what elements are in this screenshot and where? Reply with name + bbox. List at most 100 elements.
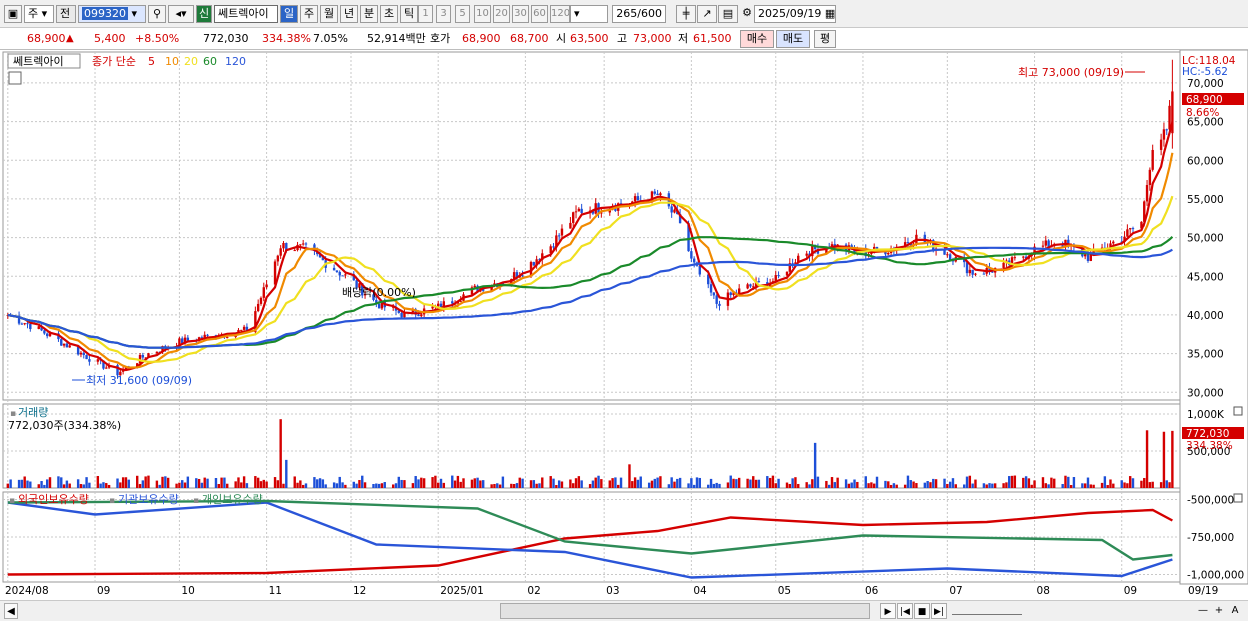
candle-icon[interactable]: ╪ bbox=[676, 5, 696, 23]
buy-button[interactable]: 매수 bbox=[740, 30, 774, 48]
volume-bar bbox=[993, 483, 997, 488]
volume-bar bbox=[512, 483, 516, 488]
volume-bar bbox=[712, 483, 716, 488]
interval-button[interactable]: 3 bbox=[436, 5, 451, 23]
volume-value: 772,030 bbox=[203, 32, 249, 45]
x-tick-label: 09/19 bbox=[1188, 585, 1218, 597]
volume-bar bbox=[1022, 477, 1025, 488]
volume-bar bbox=[1131, 478, 1135, 488]
nav-button[interactable]: ▶ bbox=[880, 603, 896, 619]
interval-button[interactable]: 5 bbox=[455, 5, 470, 23]
window-icon[interactable]: ▣ bbox=[4, 5, 22, 23]
period-tab[interactable]: 분 bbox=[360, 5, 378, 23]
count-field[interactable]: 265/600 bbox=[612, 5, 666, 23]
up-arrow-icon: ▲ bbox=[66, 33, 74, 44]
candle-body bbox=[105, 367, 108, 369]
candle-body bbox=[715, 295, 718, 304]
interval-button[interactable]: 20 bbox=[493, 5, 510, 23]
high-label: 고 bbox=[617, 32, 628, 45]
current-price: 68,900 bbox=[27, 32, 66, 45]
search-icon[interactable]: ⚲ bbox=[148, 5, 166, 23]
interval-button[interactable]: 30 bbox=[512, 5, 529, 23]
volume-bar bbox=[45, 479, 49, 488]
volume-bar bbox=[141, 480, 145, 488]
candle-body bbox=[692, 258, 696, 263]
candle-body bbox=[1041, 245, 1045, 247]
candle-body bbox=[451, 301, 454, 304]
stock-code-input[interactable]: 099320 ▾ bbox=[78, 5, 146, 23]
volume-bar bbox=[521, 478, 524, 488]
volume-bar bbox=[394, 483, 398, 488]
candle-body bbox=[673, 209, 676, 213]
volume-bar bbox=[1053, 478, 1056, 488]
period-tab[interactable]: 초 bbox=[380, 5, 398, 23]
candle-body bbox=[729, 292, 732, 296]
zoom-button[interactable]: — bbox=[1196, 603, 1210, 619]
x-tick-label: 08 bbox=[1037, 585, 1050, 597]
interval-button[interactable]: 60 bbox=[531, 5, 548, 23]
volume-bar bbox=[709, 478, 713, 488]
volume-bar bbox=[352, 481, 356, 488]
gear-icon[interactable]: ⚙ bbox=[739, 5, 755, 23]
volume-bar bbox=[726, 482, 730, 488]
volume-bar bbox=[498, 484, 502, 488]
price-tick-label: 50,000 bbox=[1187, 233, 1224, 245]
volume-bar bbox=[1100, 482, 1104, 488]
market-select[interactable]: 전 bbox=[56, 5, 76, 23]
candle-body bbox=[301, 243, 305, 245]
volume-bar bbox=[735, 479, 738, 488]
date-field[interactable]: 2025/09/19 ▦ bbox=[754, 5, 836, 23]
volume-bar bbox=[555, 485, 558, 488]
period-tab[interactable]: 월 bbox=[320, 5, 338, 23]
eval-button[interactable]: 평 bbox=[814, 30, 836, 48]
volume-bar bbox=[29, 481, 32, 488]
volume-bar bbox=[48, 477, 52, 488]
volume-bar bbox=[1061, 483, 1064, 488]
volume-bar bbox=[636, 479, 640, 488]
candle-body bbox=[746, 284, 749, 289]
volume-bar bbox=[245, 483, 249, 488]
type-label: 주 bbox=[28, 7, 39, 20]
volume-bar bbox=[501, 476, 505, 488]
nav-button[interactable]: |◀ bbox=[897, 603, 913, 619]
draw-icon[interactable]: ↗ bbox=[697, 5, 717, 23]
volume-bar bbox=[1008, 476, 1011, 488]
volume-bar bbox=[588, 484, 592, 488]
nav-button[interactable]: ■ bbox=[914, 603, 930, 619]
volume-bar bbox=[124, 477, 128, 488]
type-select[interactable]: 주 ▾ bbox=[24, 5, 54, 23]
volume-bar bbox=[746, 478, 749, 488]
candle-body bbox=[560, 228, 564, 236]
interval-dropdown[interactable]: ▾ bbox=[570, 5, 608, 23]
scroll-left-button[interactable]: ◀ bbox=[4, 603, 18, 619]
volume-bar bbox=[65, 480, 69, 488]
investor-tick-label: -500,000 bbox=[1187, 495, 1234, 507]
stock-chart[interactable]: 30,000 35,000 40,000 45,000 50,000 55,000 60,0… bbox=[0, 50, 1248, 600]
zoom-slider[interactable] bbox=[952, 603, 1022, 615]
zoom-button[interactable]: + bbox=[1212, 603, 1226, 619]
volume-bar bbox=[948, 481, 952, 488]
volume-bar bbox=[1159, 482, 1163, 488]
interval-button[interactable]: 120 bbox=[550, 5, 570, 23]
scroll-thumb[interactable] bbox=[500, 603, 870, 619]
period-tab[interactable]: 일 bbox=[280, 5, 298, 23]
chart-scrollbar[interactable]: ◀ ▶ |◀ ■ ▶| — + A bbox=[0, 600, 1248, 621]
speaker-icon[interactable]: ◂▾ bbox=[168, 5, 194, 23]
volume-bar bbox=[442, 482, 446, 488]
save-icon[interactable]: ▤ bbox=[718, 5, 738, 23]
sell-button[interactable]: 매도 bbox=[776, 30, 810, 48]
volume-bar bbox=[1165, 480, 1168, 488]
period-tab[interactable]: 년 bbox=[340, 5, 358, 23]
volume-bar bbox=[698, 477, 701, 488]
interval-button[interactable]: 1 bbox=[418, 5, 433, 23]
volume-bar bbox=[197, 478, 201, 488]
period-tab[interactable]: 틱 bbox=[400, 5, 418, 23]
interval-button[interactable]: 10 bbox=[474, 5, 491, 23]
nav-button[interactable]: ▶| bbox=[931, 603, 947, 619]
period-tab[interactable]: 주 bbox=[300, 5, 318, 23]
volume-bar bbox=[217, 483, 220, 488]
price-tick-label: 45,000 bbox=[1187, 271, 1224, 283]
zoom-button[interactable]: A bbox=[1228, 603, 1242, 619]
volume-bar bbox=[119, 482, 122, 488]
volume-bar bbox=[678, 477, 682, 488]
